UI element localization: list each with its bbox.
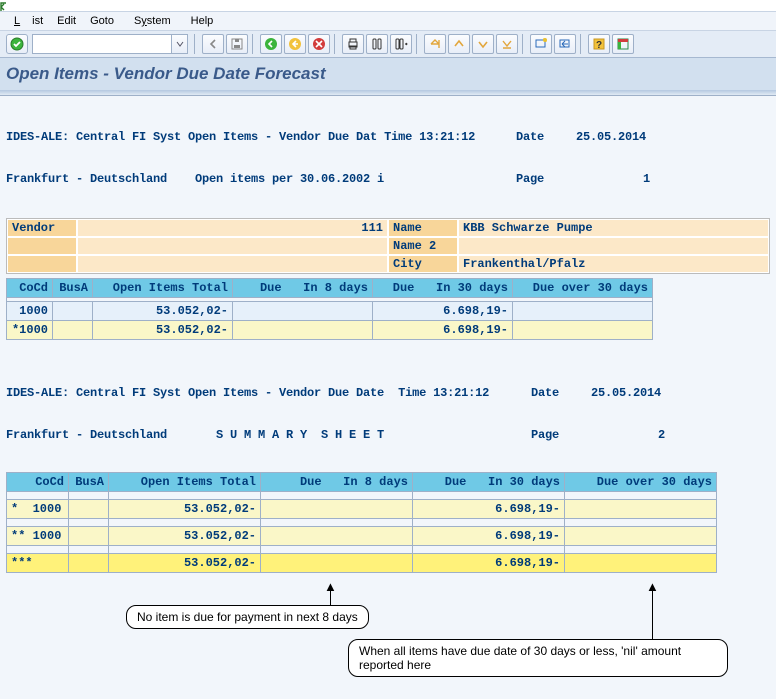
name-label: Name — [388, 219, 458, 237]
col-dover: Due over 30 days — [513, 279, 653, 298]
menu-list[interactable]: List — [8, 14, 49, 28]
command-dropdown[interactable] — [172, 34, 188, 54]
col-d8: Due In 8 days — [261, 473, 413, 492]
name-value: KBB Schwarze Pumpe — [458, 219, 769, 237]
command-field-wrap — [32, 34, 188, 54]
name2-value — [458, 237, 769, 255]
col-cocd: CoCd — [7, 279, 53, 298]
table-row: * 1000 53.052,02- 6.698,19- — [7, 500, 717, 519]
annotation-1: No item is due for payment in next 8 day… — [126, 605, 369, 629]
menu-goto[interactable]: Goto — [84, 14, 120, 28]
table-row: *** 53.052,02- 6.698,19- — [7, 554, 717, 573]
vendor-info: Vendor 111 Name KBB Schwarze Pumpe Name … — [6, 218, 770, 274]
nav-cancel-icon[interactable] — [308, 34, 330, 54]
menu-bar[interactable]: List Edit Goto System Help — [0, 12, 776, 31]
table-row: *1000 53.052,02- 6.698,19- — [7, 321, 653, 340]
title-strip: Open Items - Vendor Due Date Forecast — [0, 58, 776, 90]
name2-label: Name 2 — [388, 237, 458, 255]
nav-exit-icon[interactable] — [284, 34, 306, 54]
table-row: 1000 53.052,02- 6.698,19- — [7, 302, 653, 321]
prev-page-icon[interactable] — [448, 34, 470, 54]
city-value: Frankenthal/Pfalz — [458, 255, 769, 273]
find-next-icon[interactable] — [390, 34, 412, 54]
save-icon[interactable] — [226, 34, 248, 54]
col-d30: Due In 30 days — [373, 279, 513, 298]
nav-back-icon[interactable] — [260, 34, 282, 54]
help-icon[interactable]: ? — [588, 34, 610, 54]
window-corner — [0, 0, 776, 12]
page-title: Open Items - Vendor Due Date Forecast — [6, 64, 770, 84]
col-d8: Due In 8 days — [233, 279, 373, 298]
annotation-2: When all items have due date of 30 days … — [348, 639, 728, 677]
col-cocd: CoCd — [7, 473, 69, 492]
report-header-1: IDES-ALE: Central FI Syst Open Items - V… — [6, 102, 770, 214]
new-session-icon[interactable] — [530, 34, 552, 54]
command-field[interactable] — [32, 34, 172, 54]
col-open: Open Items Total — [93, 279, 233, 298]
svg-text:?: ? — [596, 40, 602, 51]
toolbar-back-icon[interactable] — [202, 34, 224, 54]
menu-system[interactable]: System — [122, 14, 183, 28]
col-busa: BusA — [53, 279, 93, 298]
first-page-icon[interactable] — [424, 34, 446, 54]
report-header-2: IDES-ALE: Central FI Syst Open Items - V… — [6, 358, 770, 470]
find-icon[interactable] — [366, 34, 388, 54]
toolbar: ? — [0, 31, 776, 58]
ok-button[interactable] — [6, 34, 28, 54]
menu-edit[interactable]: Edit — [51, 14, 82, 28]
detail-table: CoCd BusA Open Items Total Due In 8 days… — [6, 278, 653, 340]
col-d30: Due In 30 days — [413, 473, 565, 492]
shortcut-icon[interactable] — [554, 34, 576, 54]
col-dover: Due over 30 days — [565, 473, 717, 492]
vendor-label: Vendor — [7, 219, 77, 237]
col-open: Open Items Total — [109, 473, 261, 492]
summary-table: CoCd BusA Open Items Total Due In 8 days… — [6, 472, 717, 573]
last-page-icon[interactable] — [496, 34, 518, 54]
city-label: City — [388, 255, 458, 273]
menu-help[interactable]: Help — [185, 14, 220, 28]
table-row: ** 1000 53.052,02- 6.698,19- — [7, 527, 717, 546]
print-icon[interactable] — [342, 34, 364, 54]
col-busa: BusA — [69, 473, 109, 492]
layout-icon[interactable] — [612, 34, 634, 54]
next-page-icon[interactable] — [472, 34, 494, 54]
vendor-value: 111 — [77, 219, 388, 237]
